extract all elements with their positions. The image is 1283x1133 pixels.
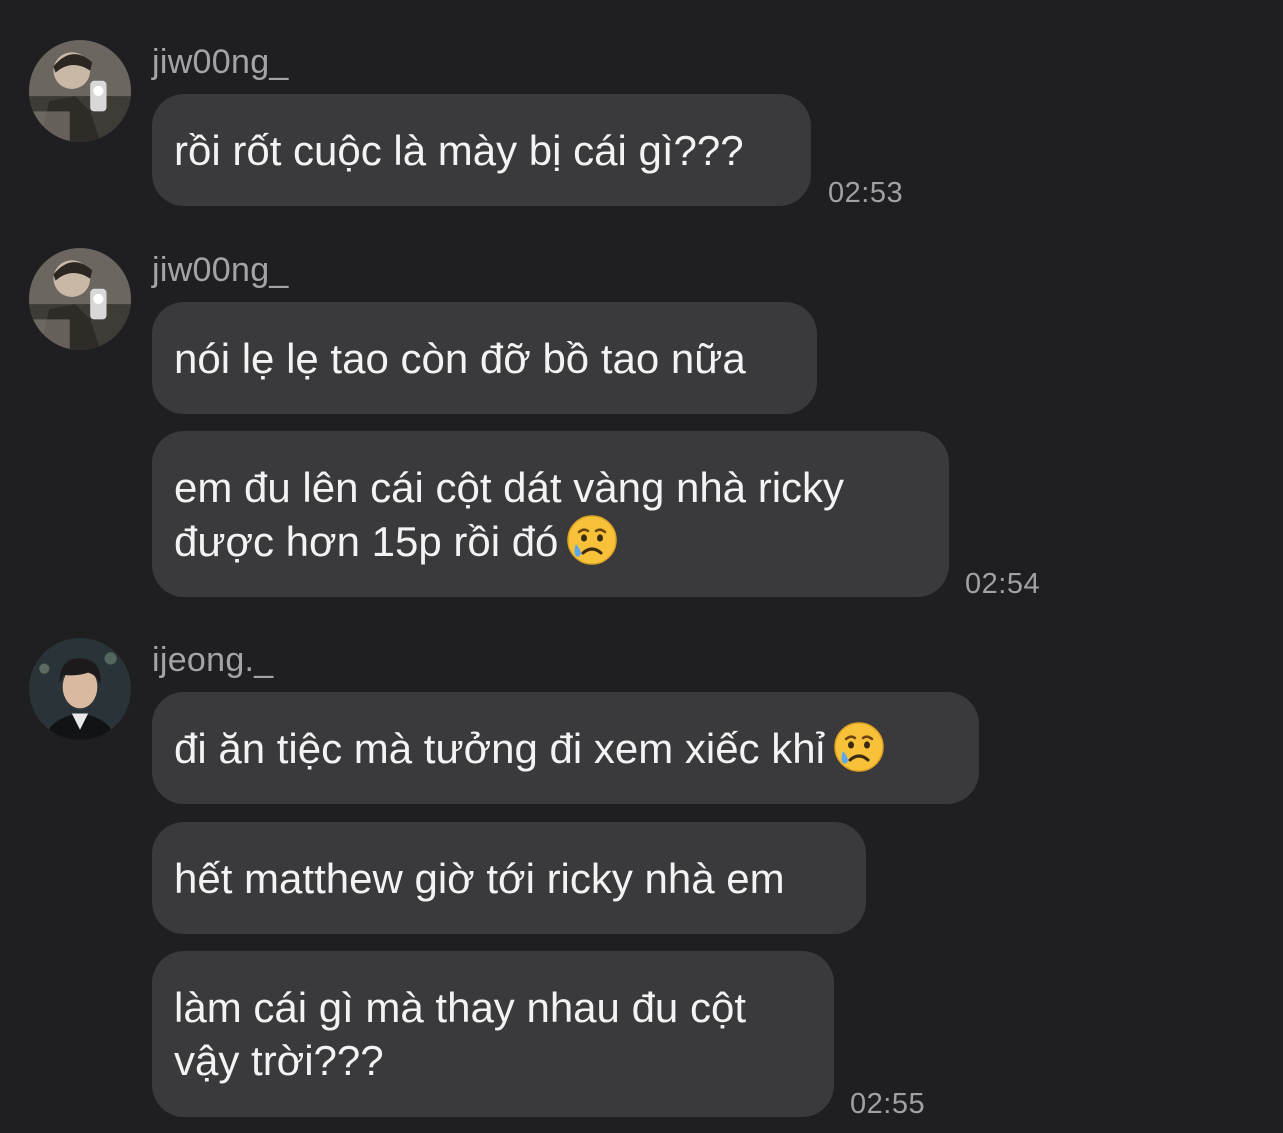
message-timestamp: 02:54	[965, 568, 1041, 600]
message-bubble[interactable]: nói lẹ lẹ tao còn đỡ bồ tao nữa	[152, 302, 817, 414]
avatar[interactable]	[29, 40, 131, 142]
crying-face-emoji-icon	[566, 514, 618, 566]
message-bubble[interactable]: đi ăn tiệc mà tưởng đi xem xiếc khỉ	[152, 692, 979, 804]
message-text: rồi rốt cuộc là mày bị cái gì???	[174, 126, 744, 174]
message-bubble[interactable]: hết matthew giờ tới ricky nhà em	[152, 822, 866, 934]
message-content: đi ăn tiệc mà tưởng đi xem xiếc khỉ	[174, 721, 885, 775]
message-bubble[interactable]: em đu lên cái cột dát vàng nhà ricky đượ…	[152, 431, 949, 597]
avatar[interactable]	[29, 248, 131, 350]
message-bubble[interactable]: rồi rốt cuộc là mày bị cái gì???	[152, 94, 811, 206]
message-bubble[interactable]: làm cái gì mà thay nhau đu cột vậy trời?…	[152, 951, 834, 1117]
message-text: làm cái gì mà thay nhau đu cột vậy trời?…	[174, 984, 746, 1084]
message-content: em đu lên cái cột dát vàng nhà ricky đượ…	[174, 461, 844, 568]
sender-username[interactable]: jiw00ng_	[152, 43, 289, 82]
message-text: nói lẹ lẹ tao còn đỡ bồ tao nữa	[174, 334, 746, 382]
message-text: đi ăn tiệc mà tưởng đi xem xiếc khỉ	[174, 725, 825, 772]
sender-username[interactable]: jiw00ng_	[152, 251, 289, 290]
message-text: em đu lên cái cột dát vàng nhà ricky đượ…	[174, 463, 845, 565]
sender-username[interactable]: ijeong._	[152, 641, 274, 680]
message-timestamp: 02:53	[828, 177, 904, 209]
avatar[interactable]	[29, 638, 131, 740]
message-timestamp: 02:55	[850, 1088, 926, 1120]
crying-face-emoji-icon	[833, 721, 885, 773]
message-text: hết matthew giờ tới ricky nhà em	[174, 854, 785, 902]
